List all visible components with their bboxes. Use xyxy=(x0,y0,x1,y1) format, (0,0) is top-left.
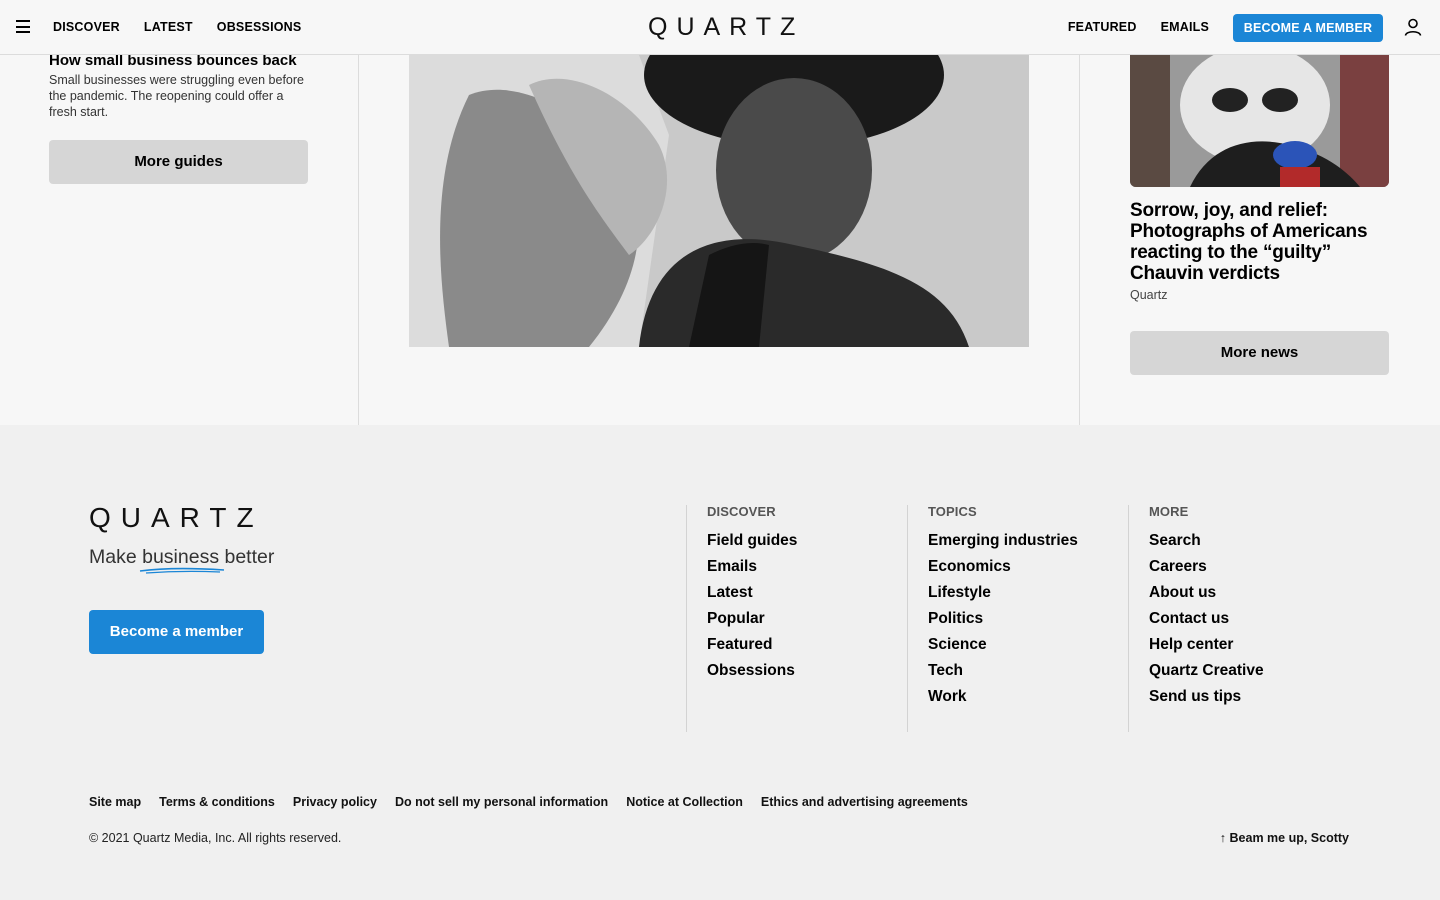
more-guides-button[interactable]: More guides xyxy=(49,140,308,184)
become-member-button[interactable]: BECOME A MEMBER xyxy=(1233,14,1383,42)
nav-obsessions[interactable]: OBSESSIONS xyxy=(217,20,302,35)
more-news-button[interactable]: More news xyxy=(1130,331,1389,375)
footer-link[interactable]: Work xyxy=(928,688,1078,706)
nav-emails[interactable]: EMAILS xyxy=(1161,20,1209,35)
footer-link[interactable]: Send us tips xyxy=(1149,688,1264,706)
footer-column-discover: DISCOVER Field guides Emails Latest Popu… xyxy=(686,505,797,732)
footer-link[interactable]: Quartz Creative xyxy=(1149,662,1264,680)
footer-link[interactable]: Field guides xyxy=(707,532,797,550)
footer-column-topics: TOPICS Emerging industries Economics Lif… xyxy=(907,505,1078,732)
footer-link[interactable]: Tech xyxy=(928,662,1078,680)
footer-logo[interactable]: QUARTZ xyxy=(89,503,264,533)
footer-link[interactable]: Latest xyxy=(707,584,797,602)
column-divider xyxy=(358,55,359,425)
guide-description: Small businesses were struggling even be… xyxy=(49,73,304,119)
protest-photo[interactable] xyxy=(1130,55,1389,187)
footer-link[interactable]: Popular xyxy=(707,610,797,628)
legal-link-site-map[interactable]: Site map xyxy=(89,795,141,809)
nav-latest[interactable]: LATEST xyxy=(144,20,193,35)
tagline-highlight: business xyxy=(142,546,220,568)
photo-illustration xyxy=(409,55,1029,347)
article-byline: Quartz xyxy=(1130,288,1168,302)
footer-link[interactable]: Featured xyxy=(707,636,797,654)
nav-featured[interactable]: FEATURED xyxy=(1068,20,1137,35)
legal-link-do-not-sell[interactable]: Do not sell my personal information xyxy=(395,795,608,809)
footer-link[interactable]: Science xyxy=(928,636,1078,654)
article-headline[interactable]: Sorrow, joy, and relief: Photographs of … xyxy=(1130,200,1390,284)
footer-column-heading: MORE xyxy=(1149,504,1189,519)
nav-left: DISCOVER LATEST OBSESSIONS xyxy=(53,20,301,35)
footer-link[interactable]: Lifestyle xyxy=(928,584,1078,602)
copyright-text: © 2021 Quartz Media, Inc. All rights res… xyxy=(89,831,342,845)
user-icon[interactable] xyxy=(1404,18,1422,36)
footer-column-heading: DISCOVER xyxy=(707,504,776,519)
footer-become-member-button[interactable]: Become a member xyxy=(89,610,264,654)
top-navigation: DISCOVER LATEST OBSESSIONS QUARTZ FEATUR… xyxy=(0,0,1440,55)
back-to-top-link[interactable]: ↑ Beam me up, Scotty xyxy=(1220,831,1349,845)
quartz-logo[interactable]: QUARTZ xyxy=(648,13,795,41)
site-footer: QUARTZ Make business better Become a mem… xyxy=(0,425,1440,900)
footer-link[interactable]: Careers xyxy=(1149,558,1264,576)
footer-column-more: MORE Search Careers About us Contact us … xyxy=(1128,505,1264,732)
footer-link[interactable]: Contact us xyxy=(1149,610,1264,628)
tagline-prefix: Make xyxy=(89,546,143,568)
column-divider xyxy=(1079,55,1080,425)
legal-links: Site map Terms & conditions Privacy poli… xyxy=(89,795,968,809)
nav-right: FEATURED EMAILS xyxy=(1068,20,1209,35)
footer-link[interactable]: Search xyxy=(1149,532,1264,550)
footer-link[interactable]: Economics xyxy=(928,558,1078,576)
content-area: How small business bounces back Small bu… xyxy=(0,52,1440,425)
barbershop-photo[interactable] xyxy=(409,55,1029,347)
legal-link-ethics[interactable]: Ethics and advertising agreements xyxy=(761,795,968,809)
hamburger-icon[interactable] xyxy=(16,20,30,33)
legal-link-privacy[interactable]: Privacy policy xyxy=(293,795,377,809)
tagline-suffix: better xyxy=(219,546,275,568)
footer-link[interactable]: About us xyxy=(1149,584,1264,602)
footer-column-heading: TOPICS xyxy=(928,504,977,519)
footer-link[interactable]: Obsessions xyxy=(707,662,797,680)
photo-illustration xyxy=(1130,55,1389,187)
legal-link-notice[interactable]: Notice at Collection xyxy=(626,795,743,809)
footer-tagline: Make business better xyxy=(89,545,275,574)
underline-scribble-icon xyxy=(140,567,225,574)
footer-link[interactable]: Emails xyxy=(707,558,797,576)
legal-link-terms[interactable]: Terms & conditions xyxy=(159,795,275,809)
footer-link[interactable]: Politics xyxy=(928,610,1078,628)
footer-link[interactable]: Emerging industries xyxy=(928,532,1078,550)
nav-discover[interactable]: DISCOVER xyxy=(53,20,120,35)
footer-link[interactable]: Help center xyxy=(1149,636,1264,654)
